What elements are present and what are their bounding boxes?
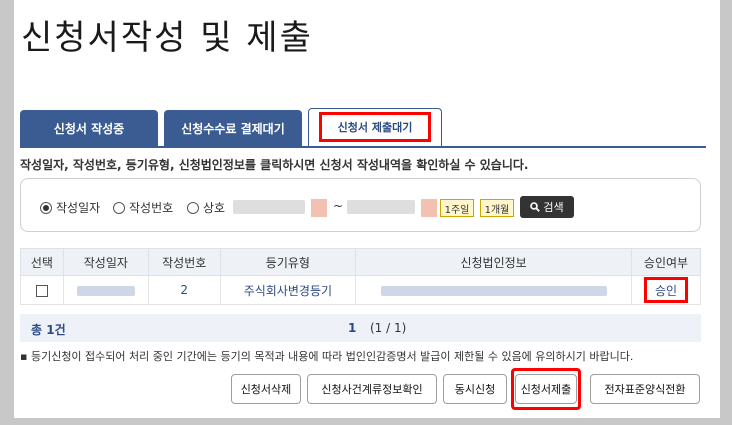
radio-number-label: 작성번호	[129, 201, 174, 215]
tab-draft[interactable]: 신청서 작성중	[20, 110, 158, 146]
row-number-cell[interactable]: 2	[147, 275, 221, 305]
period-1week-button[interactable]: 1주일	[440, 199, 474, 217]
end-calendar-icon[interactable]	[421, 199, 437, 217]
table-row: 2 주식회사변경등기 승인	[20, 275, 701, 305]
current-page[interactable]: 1	[348, 321, 356, 335]
radio-date-circle[interactable]	[40, 201, 52, 214]
period-1month-button[interactable]: 1개월	[480, 199, 514, 217]
row-select-cell	[20, 275, 64, 305]
row-checkbox[interactable]	[35, 284, 48, 297]
radio-company[interactable]: 상호	[187, 199, 225, 216]
header-company-info: 신청법인정보	[355, 248, 633, 276]
tab-bar: 신청서 작성중 신청수수료 결제대기 신청서 제출대기	[20, 108, 706, 148]
tab-payment-pending[interactable]: 신청수수료 결제대기	[164, 110, 302, 146]
search-button[interactable]: 검색	[520, 196, 574, 218]
radio-company-label: 상호	[203, 201, 226, 215]
start-calendar-icon[interactable]	[311, 199, 327, 217]
table-header-row: 선택 작성일자 작성번호 등기유형 신청법인정보 승인여부	[20, 248, 701, 276]
radio-company-circle[interactable]	[187, 201, 199, 214]
info-text: 작성일자, 작성번호, 등기유형, 신청법인정보를 클릭하시면 신청서 작성내역…	[20, 158, 529, 172]
applications-table: 선택 작성일자 작성번호 등기유형 신청법인정보 승인여부 2 주식회사변경등기…	[20, 248, 701, 305]
notice-text: ▪ 등기신청이 접수되어 처리 중인 기간에는 등기의 목적과 내용에 따라 법…	[20, 350, 634, 363]
date-separator: ~	[333, 199, 344, 213]
main-panel: 신청서작성 및 제출 신청서 작성중 신청수수료 결제대기 신청서 제출대기 작…	[14, 0, 720, 418]
simultaneous-application-button[interactable]: 동시신청	[443, 374, 507, 404]
submit-application-label: 신청서제출	[515, 374, 577, 404]
row-company-cell[interactable]	[355, 275, 633, 305]
convert-standard-form-button[interactable]: 전자표준양식전환	[590, 374, 700, 404]
header-type: 등기유형	[219, 248, 357, 276]
page-info: (1 / 1)	[370, 321, 407, 335]
radio-date-label: 작성일자	[56, 201, 101, 215]
tab-submit-pending[interactable]: 신청서 제출대기	[308, 108, 442, 148]
tab-divider	[20, 146, 706, 148]
radio-date[interactable]: 작성일자	[40, 199, 100, 216]
tab-submit-pending-label: 신청서 제출대기	[319, 111, 431, 142]
search-button-label: 검색	[543, 201, 564, 214]
page-title: 신청서작성 및 제출	[21, 18, 313, 58]
row-company-redacted	[380, 285, 607, 296]
search-panel: 작성일자 작성번호 상호 ~ 1주일 1개월 검색	[20, 178, 701, 232]
header-approval: 승인여부	[631, 248, 701, 276]
delete-application-button[interactable]: 신청서삭제	[231, 374, 301, 404]
radio-number-circle[interactable]	[113, 201, 125, 214]
check-pending-case-button[interactable]: 신청사건계류정보확인	[307, 374, 437, 404]
row-date-cell[interactable]	[62, 275, 149, 305]
approval-link[interactable]: 승인	[644, 277, 688, 303]
row-date-redacted	[76, 285, 135, 296]
row-approval-cell: 승인	[631, 275, 701, 305]
header-number: 작성번호	[147, 248, 221, 276]
end-date-input[interactable]	[347, 200, 415, 214]
submit-application-button[interactable]: 신청서제출	[511, 368, 581, 410]
start-date-input[interactable]	[233, 200, 305, 214]
header-date: 작성일자	[62, 248, 149, 276]
magnifier-icon	[530, 202, 541, 212]
radio-number[interactable]: 작성번호	[113, 199, 173, 216]
total-count: 총 1건	[31, 323, 66, 337]
pagination-bar: 총 1건 1 (1 / 1)	[20, 314, 701, 342]
header-select: 선택	[20, 248, 64, 276]
row-type-cell[interactable]: 주식회사변경등기	[219, 275, 357, 305]
